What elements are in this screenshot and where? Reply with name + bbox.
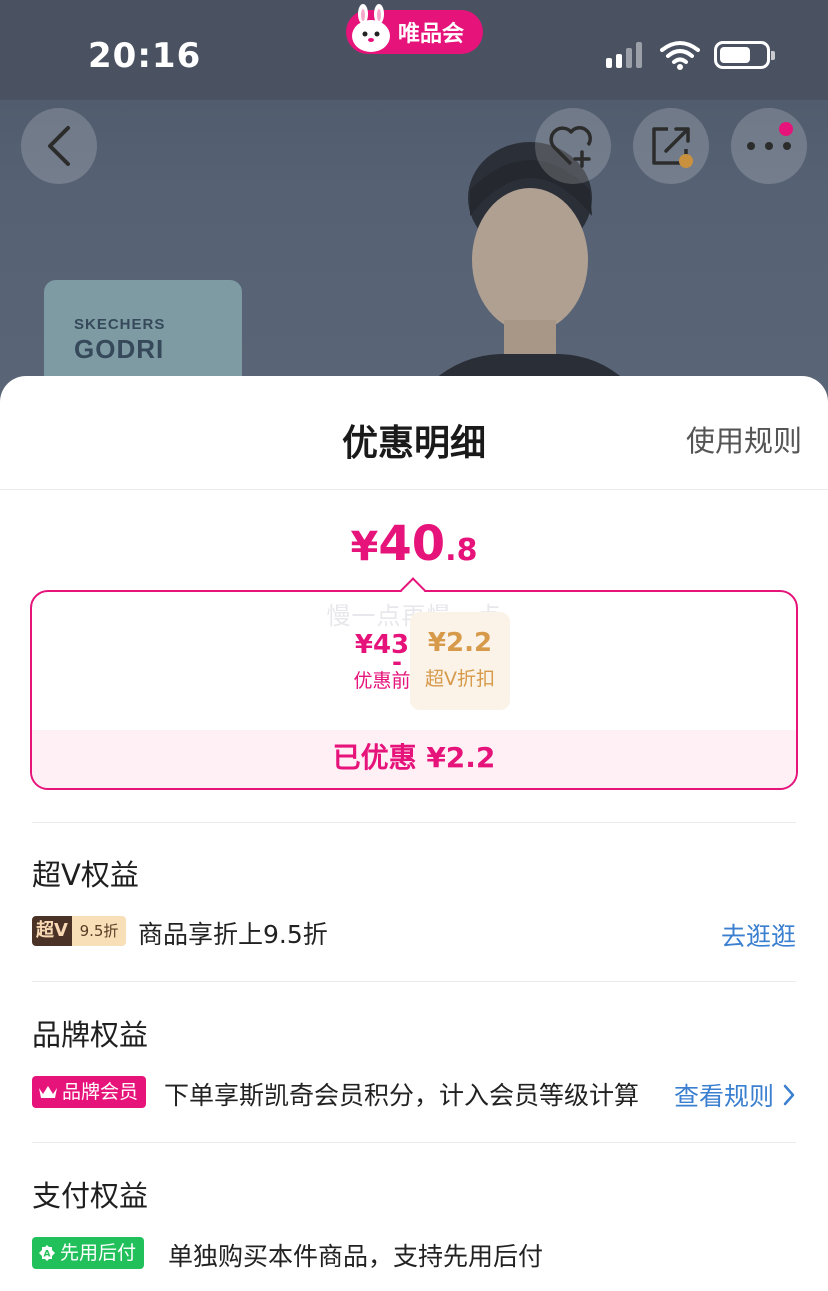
share-icon <box>652 127 693 168</box>
divider <box>32 981 796 982</box>
brand-member-badge-label: 品牌会员 <box>62 1081 139 1103</box>
signal-icon <box>606 42 642 68</box>
heart-plus-icon <box>549 126 592 168</box>
view-rules-label: 查看规则 <box>673 1082 774 1111</box>
price-integer: 40 <box>378 516 446 572</box>
discount-label: 超V折扣 <box>425 668 495 690</box>
brand-section-title: 品牌权益 <box>32 1018 149 1052</box>
status-bar: 20:16 唯品会 <box>0 0 828 100</box>
minus-operator: - <box>392 648 402 676</box>
model-photo <box>400 142 656 420</box>
total-saved-bar: 已优惠 ¥2.2 <box>32 730 796 788</box>
go-browse-label: 去逛逛 <box>720 922 796 951</box>
wifi-icon <box>660 41 700 70</box>
battery-icon <box>714 41 775 69</box>
divider <box>32 1142 796 1143</box>
superv-discount-chip: ¥2.2 超V折扣 <box>410 612 510 710</box>
brand-member-badge: 品牌会员 <box>32 1076 147 1108</box>
superv-benefit-text: 商品享折上9.5折 <box>138 920 328 949</box>
chevron-left-icon <box>48 126 70 166</box>
go-browse-link[interactable]: 去逛逛 <box>721 917 796 953</box>
view-rules-link[interactable]: 查看规则 <box>674 1077 796 1113</box>
back-button[interactable] <box>21 108 97 184</box>
status-time: 20:16 <box>88 36 202 76</box>
brand-logo-text: SKECHERS <box>74 316 166 333</box>
superv-badge-right: 9.5折 <box>72 916 126 946</box>
superv-badge: 超V 9.5折 <box>32 916 126 946</box>
pay-later-badge: A 先用后付 <box>32 1237 145 1269</box>
chevron-right-icon <box>783 1084 795 1106</box>
brand-benefit-text: 下单享斯凯奇会员积分，计入会员等级计算 <box>164 1081 640 1110</box>
more-button[interactable] <box>731 108 807 184</box>
discount-detail-sheet: 优惠明细 使用规则 ¥40.8 慢一点再慢一点 ¥43 优惠前 - ¥2.2 超… <box>0 376 828 1291</box>
share-button[interactable] <box>633 108 709 184</box>
price-calculation-box: 慢一点再慢一点 ¥43 优惠前 - ¥2.2 超V折扣 已优惠 ¥2.2 <box>30 590 798 790</box>
sheet-header: 优惠明细 使用规则 <box>0 376 828 490</box>
app-name: 唯品会 <box>398 22 465 47</box>
product-page-background: 20:16 唯品会 SKECHERS GODRI <box>0 0 828 420</box>
divider <box>32 822 796 823</box>
notification-dot <box>779 122 793 136</box>
app-badge[interactable]: 唯品会 <box>346 4 483 54</box>
superv-badge-left: 超V <box>32 916 72 946</box>
svg-text:A: A <box>44 1250 51 1260</box>
price-currency: ¥ <box>350 524 379 570</box>
pay-later-icon: A <box>39 1245 55 1261</box>
mascot-icon <box>352 4 390 52</box>
price-decimal: .8 <box>445 533 478 568</box>
payment-benefit-text: 单独购买本件商品，支持先用后付 <box>168 1242 544 1271</box>
final-price: ¥40.8 <box>0 516 828 572</box>
crown-icon <box>39 1086 57 1098</box>
payment-section-title: 支付权益 <box>32 1179 149 1213</box>
more-dots-icon <box>747 142 791 150</box>
pay-later-badge-label: 先用后付 <box>60 1242 137 1264</box>
usage-rules-link[interactable]: 使用规则 <box>686 418 802 460</box>
brand-product-text: GODRI <box>74 334 165 364</box>
favorite-button[interactable] <box>535 108 611 184</box>
discount-value: ¥2.2 <box>427 628 493 658</box>
superv-section-title: 超V权益 <box>32 858 139 892</box>
